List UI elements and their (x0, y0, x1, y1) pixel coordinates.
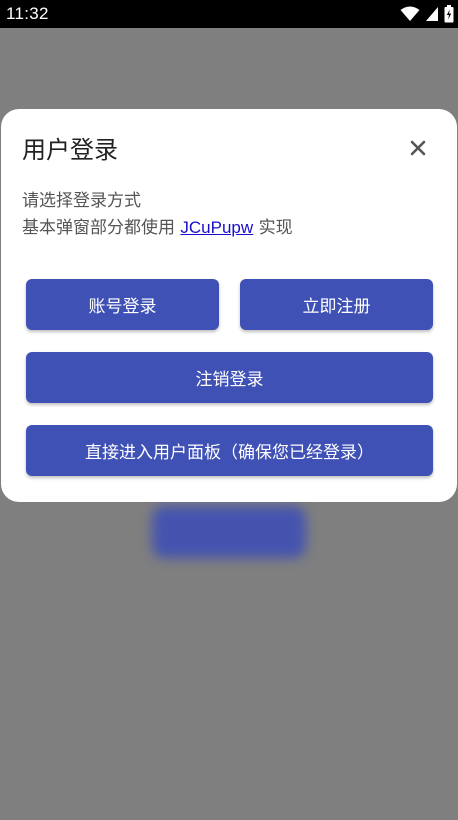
wifi-icon (400, 6, 420, 22)
status-time: 11:32 (6, 4, 49, 23)
account-login-button[interactable]: 账号登录 (26, 279, 219, 330)
dialog-description-line1: 请选择登录方式 (22, 191, 141, 211)
jcupupw-link[interactable]: JCuPupw (180, 218, 253, 237)
close-icon (410, 140, 426, 160)
dialog-description-line2: 基本弹窗部分都使用 JCuPupw 实现 (22, 216, 293, 240)
screen: 11:32 用户登录 请选择登录方式 基本弹窗部分都使用 JCuPupw 实现 … (0, 0, 458, 820)
logout-button[interactable]: 注销登录 (26, 352, 433, 403)
status-icons (400, 3, 454, 25)
dialog-title: 用户登录 (22, 136, 118, 164)
description-prefix: 基本弹窗部分都使用 (22, 218, 181, 238)
cell-signal-icon (425, 6, 439, 22)
description-suffix: 实现 (253, 218, 293, 238)
battery-icon (444, 5, 454, 23)
enter-user-panel-button[interactable]: 直接进入用户面板（确保您已经登录） (26, 425, 433, 476)
register-now-button[interactable]: 立即注册 (240, 279, 433, 330)
status-bar: 11:32 (0, 0, 458, 28)
close-button[interactable] (400, 132, 436, 168)
background-button-blurred (152, 506, 306, 558)
